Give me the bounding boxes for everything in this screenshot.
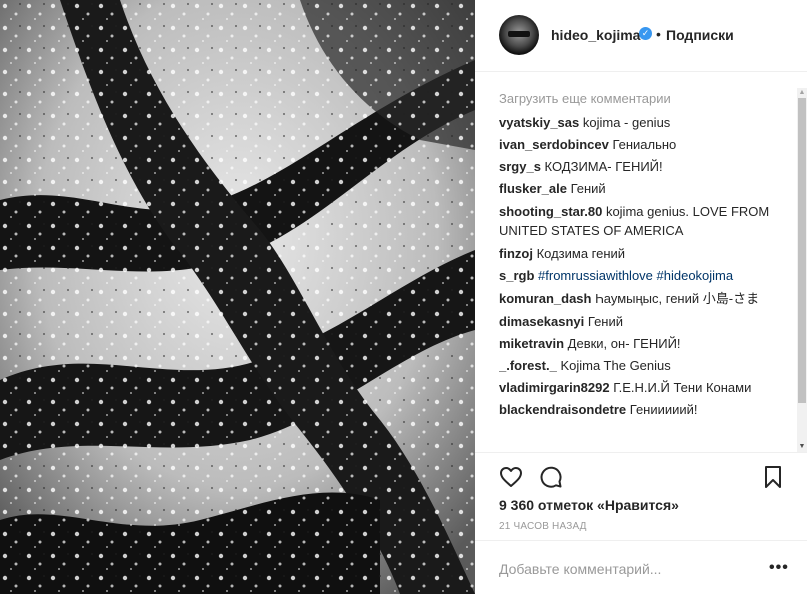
comment-text: Гений [570,181,606,196]
bookmark-icon[interactable] [763,465,783,494]
likes-count[interactable]: 9 360 отметок «Нравится» [499,497,679,513]
post-panel: hideo_kojima ✓ • Подписки Загрузить еще … [475,0,807,594]
separator-dot: • [656,26,661,42]
comment-username[interactable]: vyatskiy_sas [499,115,579,130]
comment-username[interactable]: flusker_ale [499,181,567,196]
post-header: hideo_kojima ✓ • Подписки [475,0,807,72]
comment-item: blackendraisondetre Генииииий! [499,399,791,421]
comment-text: Г.Е.Н.И.Й Тени Конами [613,380,752,395]
add-comment-section: ••• [475,540,807,595]
comment-username[interactable]: miketravin [499,336,564,351]
comment-item: ivan_serdobincev Гениально [499,134,791,156]
comment-item: dimasekasnyi Гений [499,311,791,333]
comment-username[interactable]: shooting_star.80 [499,204,602,219]
comment-item: vladimirgarin8292 Г.Е.Н.И.Й Тени Конами [499,377,791,399]
comment-item: vyatskiy_sas kojima - genius [499,112,791,134]
comment-item: miketravin Девки, он- ГЕНИЙ! [499,333,791,355]
comment-text: Гениально [612,137,677,152]
comment-username[interactable]: _.forest._ [499,358,557,373]
comment-username[interactable]: srgy_s [499,159,541,174]
comment-username[interactable]: ivan_serdobincev [499,137,609,152]
comment-bubble-icon[interactable] [539,465,563,494]
more-options-icon[interactable]: ••• [769,559,789,577]
comment-text: Девки, он- ГЕНИЙ! [567,336,681,351]
comment-text: Кодзима гений [536,246,626,261]
comment-text: Гений [587,314,624,329]
scrollbar-thumb[interactable] [798,98,806,403]
following-button[interactable]: Подписки [666,27,734,43]
comment-item: komuran_dash Һаумыңыс, гений 小島-さま [499,289,791,308]
comment-text: kojima - genius [582,115,671,130]
avatar[interactable] [499,15,539,55]
scroll-up-icon[interactable]: ▲ [797,88,807,98]
comment-item: srgy_s КОДЗИМА- ГЕНИЙ! [499,156,791,178]
post-username[interactable]: hideo_kojima [551,27,640,43]
comment-username[interactable]: komuran_dash [499,291,591,306]
comment-hashtags[interactable]: #fromrussiawithlove #hideokojima [538,268,733,283]
comment-text: КОДЗИМА- ГЕНИЙ! [544,159,663,174]
comment-text: Kojima The Genius [560,358,671,373]
comment-item: flusker_ale Гений [499,178,791,200]
comment-username[interactable]: finzoj [499,246,533,261]
comment-item: _.forest._ Kojima The Genius [499,355,791,377]
comment-username[interactable]: dimasekasnyi [499,314,584,329]
post-photo[interactable] [0,0,475,594]
photo-image [0,0,475,594]
comment-username[interactable]: s_rgb [499,268,534,283]
verified-badge-icon: ✓ [639,27,652,40]
comment-item: s_rgb #fromrussiawithlove #hideokojima [499,265,791,287]
comment-input[interactable] [499,559,739,579]
heart-icon[interactable] [499,465,523,494]
comment-text: Һаумыңыс, гений 小島-さま [595,291,760,306]
comment-item: shooting_star.80 kojima genius. LOVE FRO… [499,202,791,240]
post-timestamp[interactable]: 21 ЧАСОВ НАЗАД [499,521,587,532]
scroll-down-icon[interactable]: ▼ [797,442,807,452]
comment-username[interactable]: vladimirgarin8292 [499,380,610,395]
comment-item: finzoj Кодзима гений [499,243,791,265]
comment-username[interactable]: blackendraisondetre [499,402,626,417]
comments-list[interactable]: Загрузить еще комментарии vyatskiy_sas k… [499,88,791,452]
load-more-comments-link[interactable]: Загрузить еще комментарии [499,91,791,106]
comment-text: Генииииий! [629,402,698,417]
comments-scrollbar[interactable]: ▲ ▼ [797,88,807,452]
